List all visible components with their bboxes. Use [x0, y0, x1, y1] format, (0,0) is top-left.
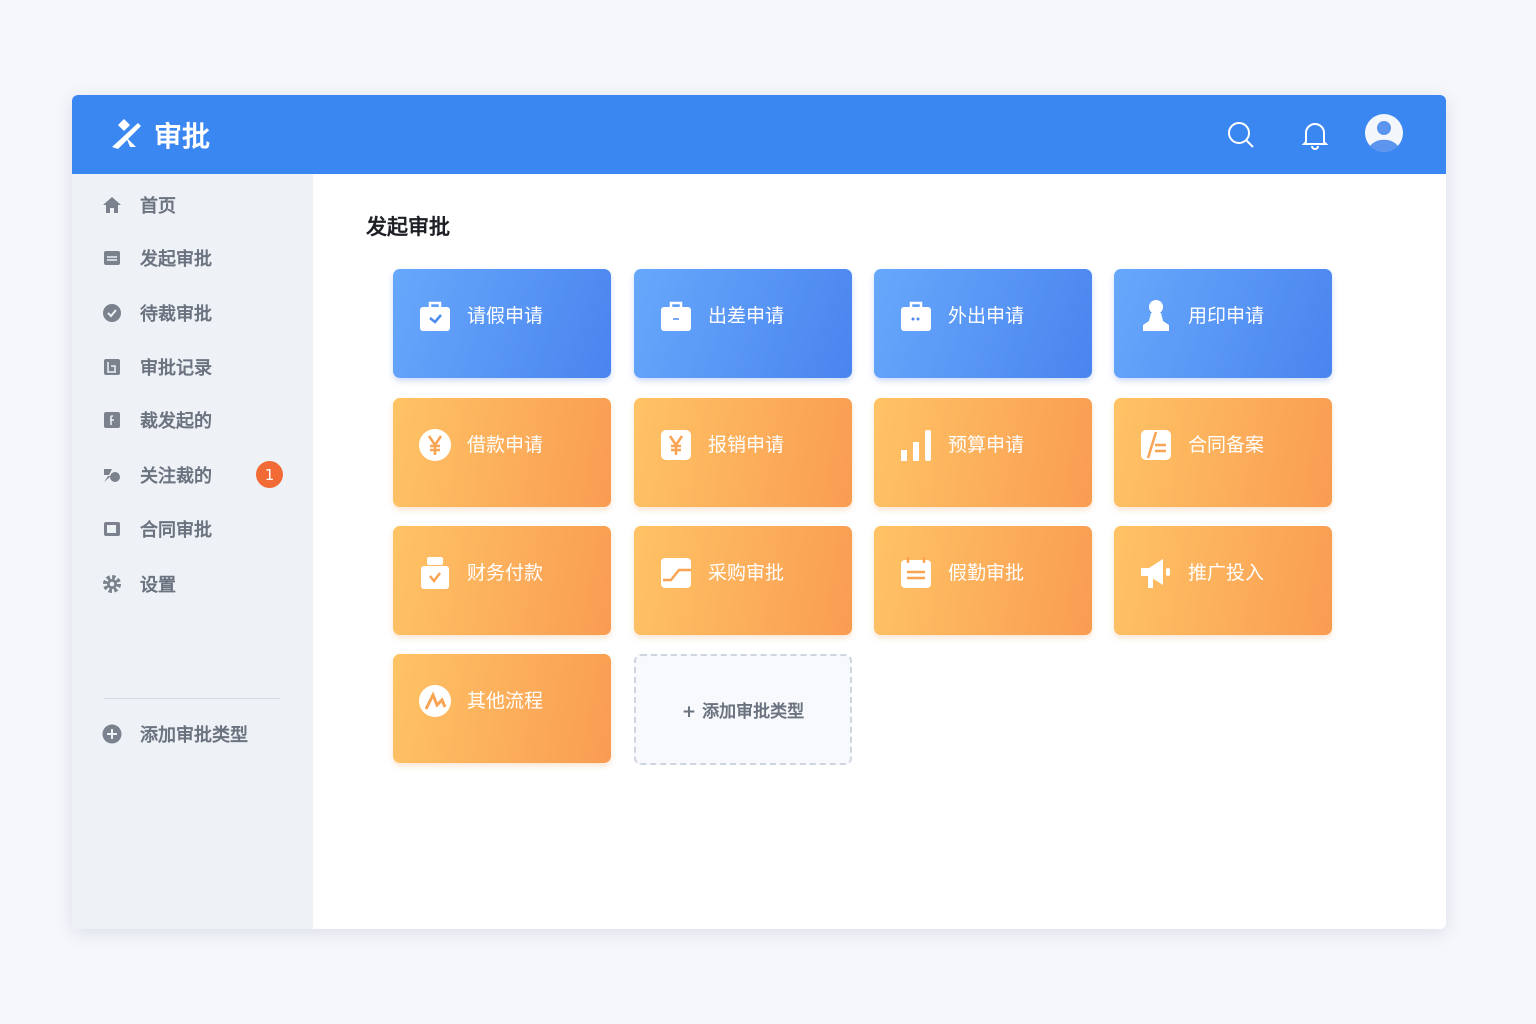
approval-card[interactable]: 借款申请: [393, 398, 611, 507]
contract-icon: [104, 522, 120, 536]
sidebar-item-records[interactable]: 审批记录: [102, 352, 292, 382]
approval-card[interactable]: 合同备案: [1114, 398, 1332, 507]
bar-chart-icon: [901, 430, 931, 461]
search-icon[interactable]: [1226, 120, 1256, 150]
approval-card[interactable]: 用印申请: [1114, 269, 1332, 378]
approval-card-label: 财务付款: [467, 562, 544, 584]
notification-badge: 1: [256, 461, 283, 488]
briefcase-icon: [661, 301, 691, 331]
approval-card-label: 推广投入: [1188, 562, 1265, 584]
approval-card[interactable]: 采购审批: [634, 526, 852, 635]
megaphone-icon: [1141, 559, 1170, 588]
approval-card[interactable]: 假勤审批: [874, 526, 1092, 635]
sidebar: 首页 发起审批 待裁审批 审批记录 裁发起的 关注裁的 1 合同审批 设置 添加…: [72, 174, 313, 929]
approval-card[interactable]: 报销申请: [634, 398, 852, 507]
approval-card-label: 假勤审批: [948, 562, 1025, 584]
page-title: 发起审批: [366, 215, 450, 239]
approval-card[interactable]: 财务付款: [393, 526, 611, 635]
trend-icon: [661, 558, 691, 588]
home-icon: [103, 197, 121, 213]
yen-doc-icon: [661, 430, 691, 460]
approval-card-label: 合同备案: [1188, 434, 1265, 456]
briefcase-check-icon: [420, 301, 450, 331]
app-window: 审批 首页 发起审批 待裁审批 审批记录 裁发起的 关注裁的 1 合同审批 设置…: [72, 95, 1446, 929]
payment-icon: [421, 557, 449, 589]
check-circle-icon: [103, 304, 121, 322]
contract-pen-icon: [1141, 430, 1171, 460]
gear-icon: [103, 575, 121, 593]
yen-circle-icon: [419, 429, 451, 461]
brand-title: 审批: [154, 120, 211, 153]
approval-card[interactable]: 出差申请: [634, 269, 852, 378]
sidebar-item-initiated[interactable]: 裁发起的: [102, 405, 292, 435]
approval-card[interactable]: 其他流程: [393, 654, 611, 763]
person-icon: [1143, 300, 1169, 331]
sidebar-item-contract[interactable]: 合同审批: [102, 514, 292, 544]
sidebar-item-settings[interactable]: 设置: [102, 569, 292, 599]
avatar[interactable]: [1364, 113, 1404, 153]
approval-card-label: 报销申请: [708, 434, 785, 456]
approval-card-label: 用印申请: [1188, 305, 1265, 327]
logo-icon: [112, 119, 141, 149]
approval-card[interactable]: 预算申请: [874, 398, 1092, 507]
approval-card-label: 借款申请: [467, 434, 544, 456]
approval-card[interactable]: 推广投入: [1114, 526, 1332, 635]
approval-card[interactable]: 请假申请: [393, 269, 611, 378]
record-icon: [104, 359, 120, 375]
plus-circle-icon: [102, 724, 122, 744]
approval-card-label: 其他流程: [467, 690, 544, 712]
sidebar-item-home[interactable]: 首页: [102, 190, 292, 220]
sidebar-item-pending[interactable]: 待裁审批: [102, 298, 292, 328]
approval-card-label: 预算申请: [948, 434, 1025, 456]
sidebar-item-start[interactable]: 发起审批: [102, 243, 292, 273]
form-icon: [104, 251, 120, 265]
flow-icon: [419, 685, 451, 717]
file-icon: [104, 412, 120, 428]
approval-card-label: 采购审批: [708, 562, 785, 584]
follow-icon: [104, 469, 120, 482]
calendar-icon: [901, 557, 931, 588]
approval-card-label: 请假申请: [467, 305, 544, 327]
sidebar-add-type[interactable]: 添加审批类型: [102, 719, 292, 749]
approval-card-label: 出差申请: [708, 305, 785, 327]
approval-card[interactable]: 外出申请: [874, 269, 1092, 378]
sidebar-divider: [104, 698, 280, 699]
approval-card-label: 外出申请: [948, 305, 1025, 327]
top-header: 审批: [72, 95, 1446, 174]
add-approval-type-card[interactable]: + 添加审批类型: [634, 654, 852, 765]
bag-icon: [901, 301, 931, 331]
bell-icon[interactable]: [1302, 120, 1328, 150]
